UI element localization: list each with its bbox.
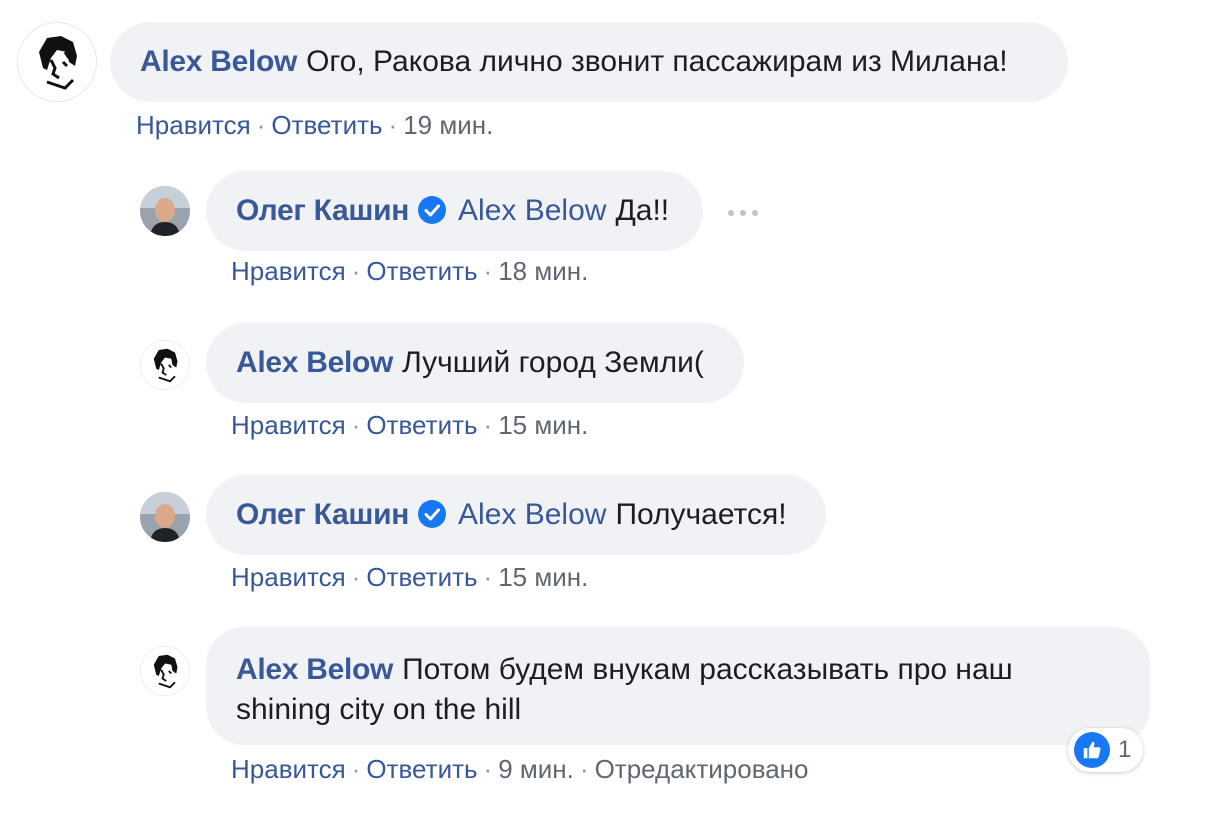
avatar-oleg-kashin[interactable] <box>140 492 190 542</box>
comment-bubble: Alex Below Ого, Ракова лично звонит пасс… <box>110 22 1068 102</box>
comment-time[interactable]: 9 мин. <box>498 754 574 784</box>
comment-actions: Нравится · Ответить · 15 мин. <box>231 410 588 441</box>
reply-button[interactable]: Ответить <box>366 754 477 784</box>
comment-author[interactable]: Олег Кашин <box>236 495 409 535</box>
more-options-icon[interactable] <box>728 208 758 218</box>
reply-button[interactable]: Ответить <box>366 562 477 592</box>
verified-badge-icon <box>418 195 447 224</box>
comment-actions: Нравится · Ответить · 15 мин. <box>231 562 588 593</box>
separator-dot: · <box>483 754 493 784</box>
avatar-alex-below[interactable] <box>140 646 190 696</box>
comment-text: Лучший город Земли( <box>402 346 704 379</box>
like-button[interactable]: Нравится <box>231 562 346 592</box>
comment-bubble: Alex Below Лучший город Земли( <box>206 323 744 403</box>
separator-dot: · <box>351 410 361 440</box>
separator-dot: · <box>483 410 493 440</box>
comment-bubble: Олег Кашин Alex Below Да!! <box>206 171 703 251</box>
comment-time[interactable]: 15 мин. <box>498 562 588 592</box>
comment-actions: Нравится · Ответить · 18 мин. <box>231 256 588 287</box>
comment-content: Alex Below Потом будем внукам рассказыват… <box>236 650 1013 730</box>
separator-dot: · <box>351 256 361 286</box>
comment-author[interactable]: Alex Below <box>236 653 393 686</box>
avatar-alex-below[interactable] <box>140 340 190 390</box>
reply-button[interactable]: Ответить <box>366 410 477 440</box>
reply-button[interactable]: Ответить <box>271 110 382 140</box>
comment-author[interactable]: Alex Below <box>236 343 393 383</box>
separator-dot: · <box>351 754 361 784</box>
separator-dot: · <box>579 754 589 784</box>
like-button[interactable]: Нравится <box>136 110 251 140</box>
separator-dot: · <box>483 562 493 592</box>
avatar-oleg-kashin[interactable] <box>140 186 190 236</box>
like-button[interactable]: Нравится <box>231 256 346 286</box>
verified-badge-icon <box>418 499 447 528</box>
like-icon <box>1074 732 1110 768</box>
comment-text-continued: shining city on the hill <box>236 693 522 726</box>
avatar-alex-below[interactable] <box>17 22 97 102</box>
comment-bubble: Alex Below Потом будем внукам рассказыват… <box>206 627 1150 745</box>
edited-label[interactable]: Отредактировано <box>595 754 809 784</box>
comment-actions: Нравится · Ответить · 9 мин. · Отредактировано <box>231 754 809 785</box>
reaction-count: 1 <box>1118 736 1132 763</box>
comment-time[interactable]: 15 мин. <box>498 410 588 440</box>
mention-link[interactable]: Alex Below <box>458 495 606 535</box>
separator-dot: · <box>483 256 493 286</box>
like-button[interactable]: Нравится <box>231 754 346 784</box>
comment-time[interactable]: 19 мин. <box>403 110 493 140</box>
comment-text: Получается! <box>615 498 787 531</box>
comment-author[interactable]: Alex Below <box>140 42 297 82</box>
separator-dot: · <box>388 110 398 140</box>
comment-bubble: Олег Кашин Alex Below Получается! <box>206 475 826 555</box>
reply-button[interactable]: Ответить <box>366 256 477 286</box>
mention-link[interactable]: Alex Below <box>458 191 606 231</box>
comment-time[interactable]: 18 мин. <box>498 256 588 286</box>
like-button[interactable]: Нравится <box>231 410 346 440</box>
comment-actions: Нравится · Ответить · 19 мин. <box>136 110 493 141</box>
comment-text: Ого, Ракова лично звонит пассажирам из М… <box>306 45 1008 78</box>
separator-dot: · <box>351 562 361 592</box>
separator-dot: · <box>256 110 266 140</box>
comment-text: Потом будем внукам рассказывать про наш <box>402 653 1013 686</box>
comment-author[interactable]: Олег Кашин <box>236 191 409 231</box>
reaction-summary[interactable]: 1 <box>1068 728 1144 772</box>
comment-text: Да!! <box>615 194 670 227</box>
